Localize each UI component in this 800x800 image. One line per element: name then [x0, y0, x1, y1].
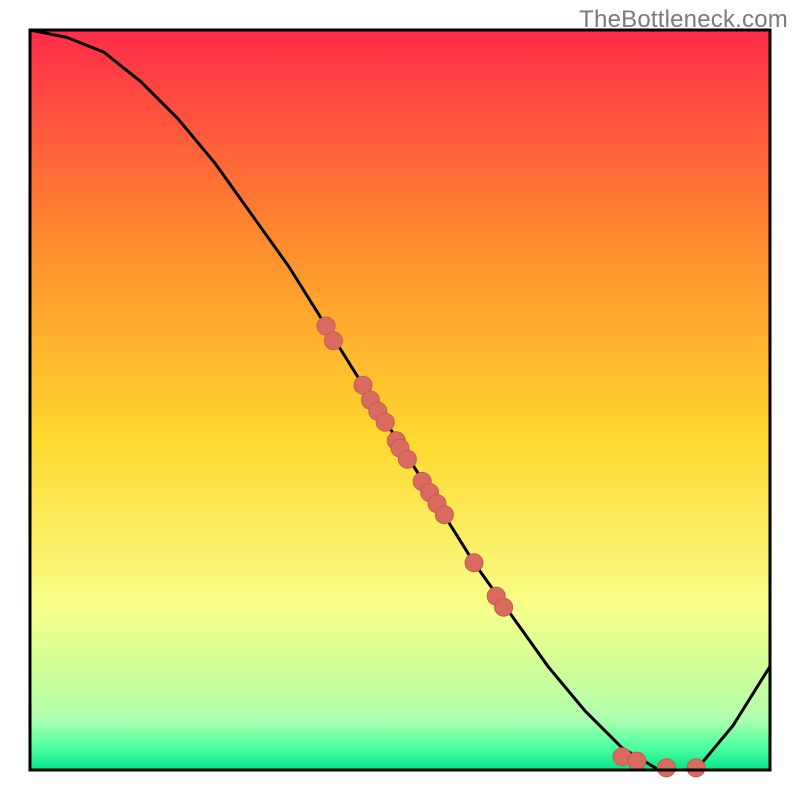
data-marker	[495, 598, 513, 616]
data-marker	[435, 506, 453, 524]
data-marker	[324, 332, 342, 350]
watermark-label: TheBottleneck.com	[579, 6, 788, 34]
plot-background-gradient	[30, 30, 770, 770]
bottleneck-chart	[0, 0, 800, 800]
data-marker	[376, 413, 394, 431]
chart-container: TheBottleneck.com	[0, 0, 800, 800]
data-marker	[687, 759, 705, 777]
data-marker	[398, 450, 416, 468]
data-marker	[628, 752, 646, 770]
data-marker	[465, 554, 483, 572]
data-marker	[657, 759, 675, 777]
